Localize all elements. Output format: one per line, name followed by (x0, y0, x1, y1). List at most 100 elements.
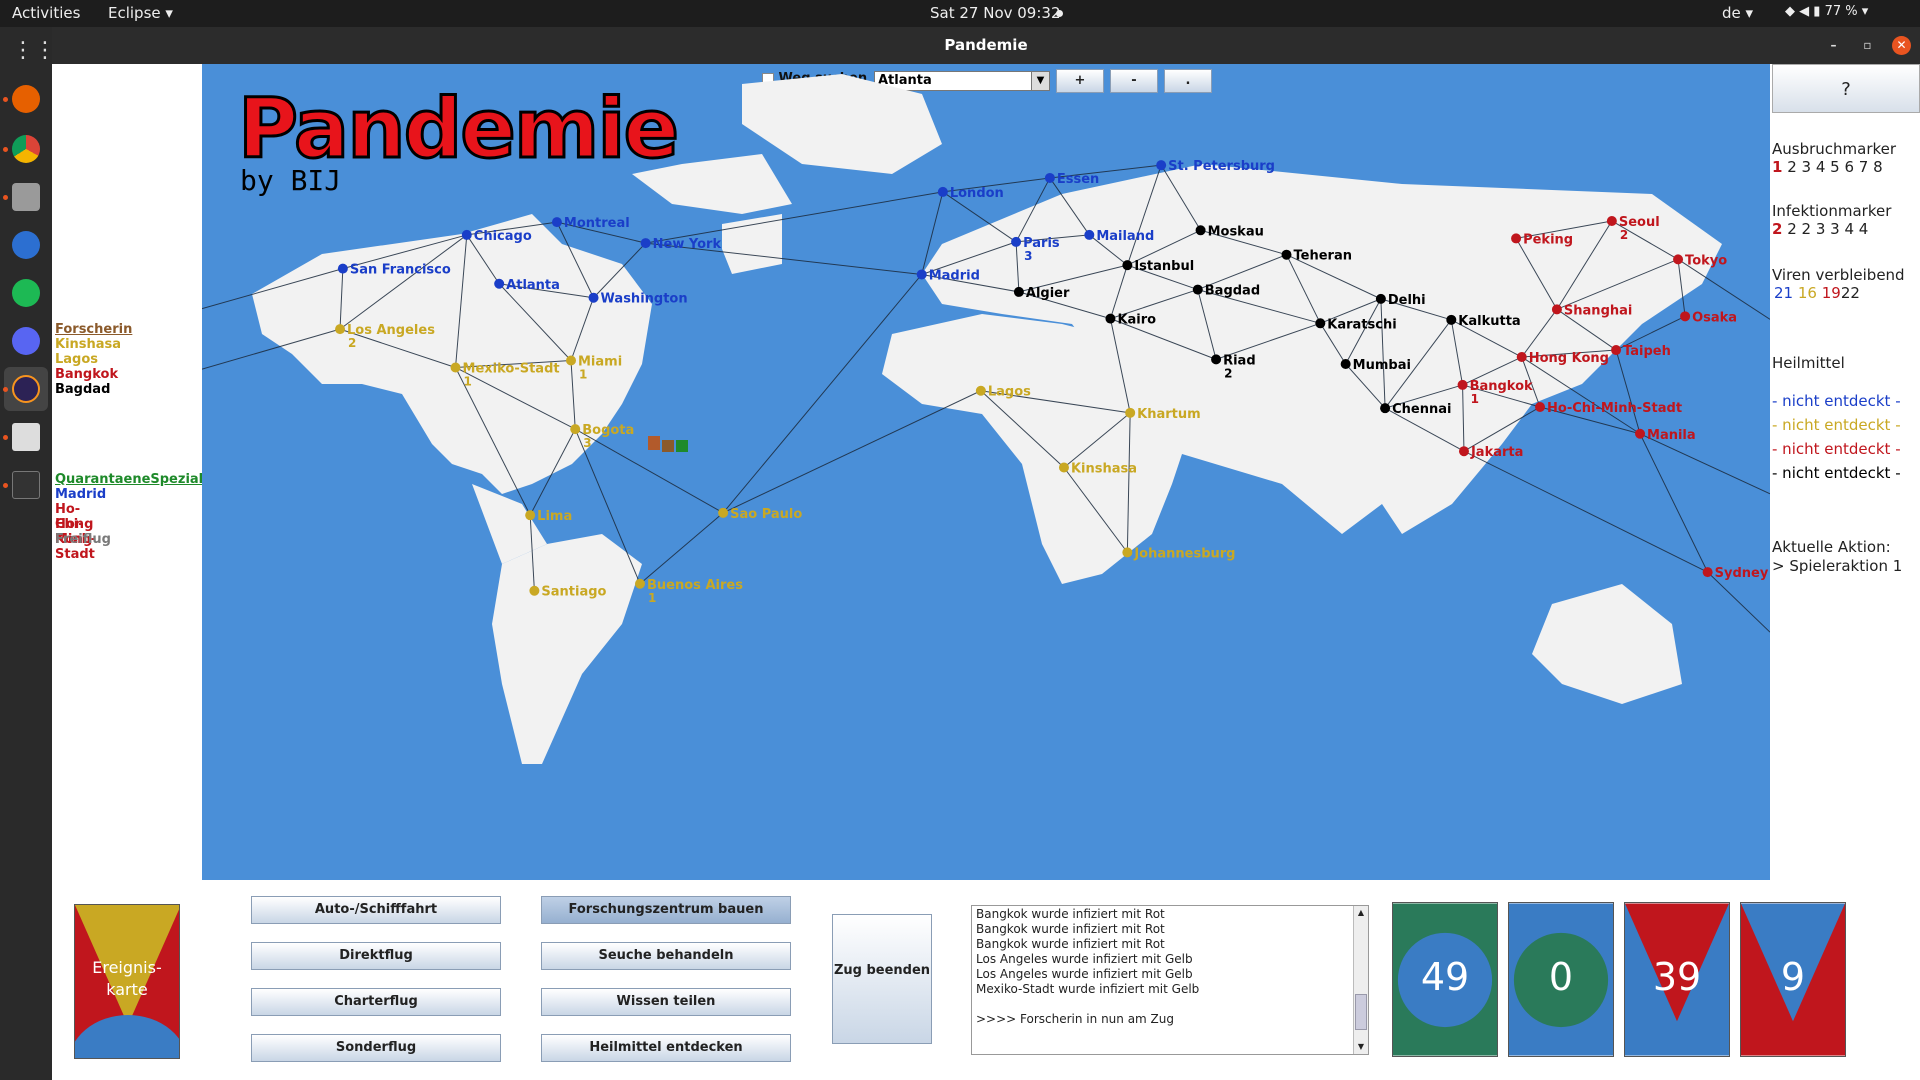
city-label[interactable]: Kinshasa (1071, 461, 1137, 476)
city-dot[interactable] (1535, 402, 1546, 413)
log-scrollbar[interactable]: ▲ ▼ (1353, 906, 1368, 1054)
end-turn-button[interactable]: Zug beenden (832, 914, 932, 1044)
city-label[interactable]: Kalkutta (1458, 314, 1520, 329)
city-dot[interactable] (1122, 260, 1133, 271)
city-dot[interactable] (718, 507, 729, 518)
city-node[interactable]: Khartum (1125, 407, 1201, 422)
city-node[interactable]: Karatschi (1315, 317, 1397, 332)
city-dot[interactable] (916, 269, 927, 280)
city-label[interactable]: Johannesburg (1133, 546, 1235, 561)
city-node[interactable]: Santiago (529, 585, 607, 600)
city-label[interactable]: Khartum (1137, 407, 1201, 422)
city-dot[interactable] (1058, 462, 1069, 473)
city-label[interactable]: Algier (1026, 286, 1070, 301)
terminal-icon[interactable] (12, 471, 40, 499)
activities-button[interactable]: Activities (12, 4, 80, 22)
city-label[interactable]: Shanghai (1564, 303, 1632, 318)
city-label[interactable]: Bagdad (1205, 284, 1260, 299)
city-label[interactable]: Istanbul (1134, 259, 1194, 274)
discover-cure-button[interactable]: Heilmittel entdecken (541, 1034, 791, 1062)
city-label[interactable]: London (950, 186, 1004, 201)
city-dot[interactable] (1446, 314, 1457, 325)
city-dot[interactable] (1340, 359, 1351, 369)
city-dot[interactable] (1375, 293, 1386, 304)
player-card[interactable]: Madrid (55, 487, 106, 502)
city-dot[interactable] (335, 324, 346, 335)
city-label[interactable]: Sao Paulo (730, 507, 802, 522)
app-menu[interactable]: Eclipse ▾ (108, 4, 173, 22)
city-node[interactable]: Ho-Chi-Minh-Stadt (1535, 401, 1682, 416)
city-dot[interactable] (640, 238, 651, 249)
city-label[interactable]: Karatschi (1327, 317, 1396, 332)
city-node[interactable]: St. Petersburg (1156, 159, 1275, 174)
player-discard-card[interactable]: 0 (1508, 902, 1614, 1057)
city-dot[interactable] (1673, 254, 1684, 265)
city-label[interactable]: Mexiko-Stadt (463, 361, 560, 376)
city-label[interactable]: Taipeh (1623, 344, 1671, 359)
city-label[interactable]: Mailand (1096, 229, 1154, 244)
player-card[interactable]: Lagos (55, 352, 98, 367)
event-card[interactable]: Ereignis- karte (74, 904, 180, 1059)
city-node[interactable]: Buenos Aires1 (635, 578, 743, 605)
city-node[interactable]: Kinshasa (1058, 461, 1137, 476)
city-dot[interactable] (1611, 345, 1622, 356)
text-editor-icon[interactable] (12, 423, 40, 451)
infection-discard-card[interactable]: 9 (1740, 902, 1846, 1057)
city-label[interactable]: St. Petersburg (1168, 159, 1275, 174)
city-label[interactable]: Lagos (988, 385, 1031, 400)
minimize-icon[interactable]: – (1824, 36, 1843, 55)
city-label[interactable]: Lima (537, 509, 572, 524)
city-label[interactable]: Chennai (1392, 402, 1451, 417)
city-label[interactable]: Peking (1523, 232, 1573, 247)
city-dot[interactable] (1511, 233, 1522, 244)
clock[interactable]: Sat 27 Nov 09:32 (930, 4, 1061, 22)
city-label[interactable]: San Francisco (350, 263, 451, 278)
close-icon[interactable]: ✕ (1892, 36, 1911, 55)
city-dot[interactable] (529, 585, 540, 596)
city-label[interactable]: Manila (1647, 428, 1696, 443)
city-node[interactable]: Washington (588, 292, 688, 307)
city-label[interactable]: Washington (601, 292, 688, 307)
city-dot[interactable] (1606, 215, 1617, 226)
pawn-quarantaene-icon[interactable] (676, 440, 688, 452)
city-dot[interactable] (450, 362, 461, 373)
player-card[interactable]: Kinshasa (55, 337, 121, 352)
player-card[interactable]: Bagdad (55, 382, 110, 397)
city-node[interactable]: Johannesburg (1122, 546, 1235, 561)
city-label[interactable]: Ho-Chi-Minh-Stadt (1547, 401, 1682, 416)
city-label[interactable]: Madrid (929, 268, 980, 283)
city-label[interactable]: Santiago (541, 585, 606, 600)
player-card[interactable]: Freiflug (55, 532, 111, 547)
city-label[interactable]: Osaka (1692, 310, 1737, 325)
city-dot[interactable] (1680, 311, 1691, 322)
city-dot[interactable] (1380, 403, 1391, 414)
city-label[interactable]: Sydney (1715, 566, 1769, 581)
city-dot[interactable] (570, 424, 581, 435)
event-log[interactable]: Bangkok wurde infiziert mit Rot Bangkok w… (971, 905, 1369, 1055)
system-tray[interactable]: ◆ ◀ ▮ 77 % ▾ (1785, 4, 1868, 19)
city-node[interactable]: Osaka (1680, 310, 1737, 325)
city-dot[interactable] (1125, 407, 1136, 418)
city-node[interactable]: New York (640, 237, 722, 252)
city-dot[interactable] (461, 229, 472, 240)
city-dot[interactable] (1702, 567, 1713, 578)
city-node[interactable]: Shanghai (1551, 303, 1632, 318)
city-dot[interactable] (1195, 225, 1206, 236)
city-dot[interactable] (525, 510, 536, 521)
city-label[interactable]: Buenos Aires (647, 578, 743, 593)
city-dot[interactable] (337, 263, 348, 274)
city-label[interactable]: Tokyo (1685, 253, 1727, 268)
city-node[interactable]: Sao Paulo (718, 507, 802, 522)
player-card[interactable]: Bangkok (55, 367, 118, 382)
city-node[interactable]: Manila (1635, 428, 1696, 443)
city-dot[interactable] (635, 578, 646, 589)
city-label[interactable]: Atlanta (506, 278, 560, 293)
eclipse-icon[interactable] (12, 375, 40, 403)
city-dot[interactable] (1122, 547, 1133, 558)
city-node[interactable]: Essen (1044, 172, 1099, 187)
city-dot[interactable] (1516, 352, 1527, 363)
drive-ferry-button[interactable]: Auto-/Schifffahrt (251, 896, 501, 924)
firefox-icon[interactable] (12, 85, 40, 113)
city-label[interactable]: Jakarta (1470, 445, 1523, 460)
city-dot[interactable] (1315, 318, 1326, 329)
